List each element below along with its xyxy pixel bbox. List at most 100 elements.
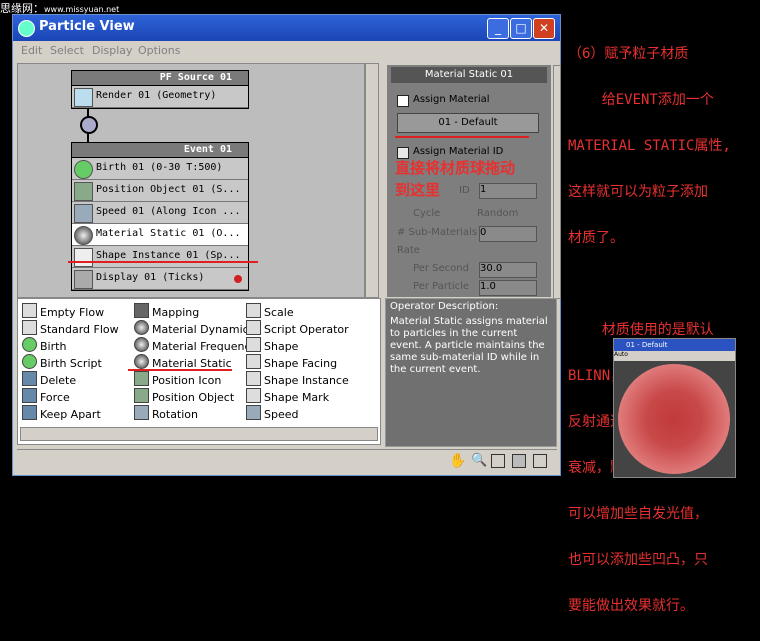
tutorial-text: （6）赋予粒子材质 给EVENT添加一个 MATERIAL STATIC属性, …	[568, 20, 731, 641]
keep-apart-icon	[22, 405, 37, 420]
cycle-radio[interactable]: Cycle	[413, 208, 440, 219]
depot-shape[interactable]: Shape	[246, 337, 298, 353]
material-preview-toolbar: Auto	[614, 351, 735, 361]
speed-operator[interactable]: Speed 01 (Along Icon ...	[72, 202, 248, 224]
script-operator-icon	[246, 320, 261, 335]
shape-instance-operator[interactable]: Shape Instance 01 (Sp...	[72, 246, 248, 268]
shape-facing-icon	[246, 354, 261, 369]
position-object-icon	[74, 182, 93, 201]
render-operator[interactable]: Render 01 (Geometry)	[72, 86, 248, 108]
zoom-icon[interactable]: 🔍	[471, 453, 487, 468]
window-titlebar: Particle View _ □ ✕	[13, 15, 560, 41]
auto-checkbox-label[interactable]: Auto	[614, 351, 628, 358]
depot-empty-flow[interactable]: Empty Flow	[22, 303, 104, 319]
birth-operator[interactable]: Birth 01 (0-30 T:500)	[72, 158, 248, 180]
depot-highlight-underline	[128, 369, 232, 371]
per-second-radio[interactable]: Per Second	[413, 263, 469, 274]
depot-keep-apart[interactable]: Keep Apart	[22, 405, 101, 421]
birth-icon	[74, 160, 93, 179]
pf-source-node[interactable]: PF Source 01 Render 01 (Geometry)	[71, 70, 249, 109]
event-node[interactable]: Event 01 Birth 01 (0-30 T:500) Position …	[71, 142, 249, 291]
shape-mark-icon	[246, 388, 261, 403]
mapping-icon	[134, 303, 149, 318]
app-icon	[18, 20, 35, 37]
depot-shape-instance[interactable]: Shape Instance	[246, 371, 349, 387]
zoom-region-icon[interactable]	[491, 454, 505, 468]
menu-edit[interactable]: Edit	[21, 44, 42, 57]
delete-icon	[22, 371, 37, 386]
pan-hand-icon[interactable]: ✋	[449, 453, 466, 469]
canvas-vertical-scrollbar[interactable]	[365, 63, 379, 298]
operator-depot: Empty Flow Standard Flow Birth Birth Scr…	[17, 298, 381, 445]
material-frequency-icon	[134, 337, 149, 352]
per-particle-radio[interactable]: Per Particle	[413, 281, 469, 292]
speed-icon	[74, 204, 93, 223]
depot-birth-script[interactable]: Birth Script	[22, 354, 102, 370]
depot-material-frequency[interactable]: Material Frequency	[134, 337, 257, 353]
minimize-button[interactable]: _	[487, 18, 509, 39]
material-static-label: Material Static 01 (O...	[96, 228, 241, 239]
speed-label: Speed 01 (Along Icon ...	[96, 206, 241, 217]
material-button[interactable]: 01 - Default	[397, 113, 539, 133]
close-button[interactable]: ✕	[533, 18, 555, 39]
birth-label: Birth 01 (0-30 T:500)	[96, 162, 223, 173]
depot-material-static[interactable]: Material Static	[134, 354, 232, 370]
depot-mapping[interactable]: Mapping	[134, 303, 199, 319]
position-object-icon	[134, 388, 149, 403]
wire-node-icon[interactable]	[80, 116, 98, 134]
parameters-panel: Material Static 01 Assign Material 01 - …	[387, 65, 551, 297]
depot-shape-mark[interactable]: Shape Mark	[246, 388, 329, 404]
depot-scale[interactable]: Scale	[246, 303, 294, 319]
params-scrollbar[interactable]	[553, 65, 561, 299]
depot-material-dynamic[interactable]: Material Dynamic	[134, 320, 249, 336]
assign-material-checkbox[interactable]	[397, 95, 409, 107]
depot-birth[interactable]: Birth	[22, 337, 66, 353]
rate-group-label: Rate	[397, 245, 420, 256]
undo-zoom-icon[interactable]	[533, 454, 547, 468]
menu-options[interactable]: Options	[138, 44, 180, 57]
depot-position-object[interactable]: Position Object	[134, 388, 234, 404]
assign-material-id-label: Assign Material ID	[413, 146, 504, 157]
assign-material-label: Assign Material	[413, 94, 490, 105]
force-icon	[22, 388, 37, 403]
depot-delete[interactable]: Delete	[22, 371, 76, 387]
rollout-header[interactable]: Material Static 01	[391, 67, 547, 83]
zoom-extents-icon[interactable]	[512, 454, 526, 468]
depot-shape-facing[interactable]: Shape Facing	[246, 354, 337, 370]
material-sphere-preview	[618, 364, 730, 474]
display-icon	[74, 270, 93, 289]
shape-instance-label: Shape Instance 01 (Sp...	[96, 250, 241, 261]
window-title: Particle View	[39, 19, 135, 34]
material-static-icon	[134, 354, 149, 369]
depot-standard-flow[interactable]: Standard Flow	[22, 320, 119, 336]
maximize-button[interactable]: □	[510, 18, 532, 39]
depot-rotation[interactable]: Rotation	[134, 405, 198, 421]
sub-materials-field[interactable]: 0	[479, 226, 537, 242]
menu-select[interactable]: Select	[50, 44, 84, 57]
position-object-operator[interactable]: Position Object 01 (S...	[72, 180, 248, 202]
depot-horizontal-scrollbar[interactable]	[20, 427, 378, 441]
random-radio[interactable]: Random	[477, 208, 518, 219]
material-preview-title: 01 - Default	[614, 339, 735, 351]
annotation-line-2: 到这里	[395, 181, 441, 199]
empty-flow-icon	[22, 303, 37, 318]
drag-here-annotation: 直接将材质球拖动 到这里	[395, 157, 515, 201]
depot-script-operator[interactable]: Script Operator	[246, 320, 349, 336]
menu-display[interactable]: Display	[92, 44, 133, 57]
shape-instance-icon	[74, 248, 93, 267]
display-operator[interactable]: Display 01 (Ticks)	[72, 268, 248, 290]
tutorial-line: 给EVENT添加一个	[568, 92, 714, 108]
depot-force[interactable]: Force	[22, 388, 70, 404]
particle-diagram-canvas[interactable]: PF Source 01 Render 01 (Geometry) Event …	[17, 63, 365, 298]
particle-view-window: Particle View _ □ ✕ Edit Select Display …	[12, 14, 561, 476]
per-particle-field[interactable]: 1.0	[479, 280, 537, 296]
material-static-operator[interactable]: Material Static 01 (O...	[72, 224, 248, 246]
position-icon-icon	[134, 371, 149, 386]
depot-position-icon[interactable]: Position Icon	[134, 371, 221, 387]
watermark-url: www.missyuan.net	[44, 5, 120, 14]
event-title: Event 01	[72, 143, 248, 158]
per-second-field[interactable]: 30.0	[479, 262, 537, 278]
standard-flow-icon	[22, 320, 37, 335]
material-underline	[395, 136, 529, 138]
depot-speed[interactable]: Speed	[246, 405, 298, 421]
